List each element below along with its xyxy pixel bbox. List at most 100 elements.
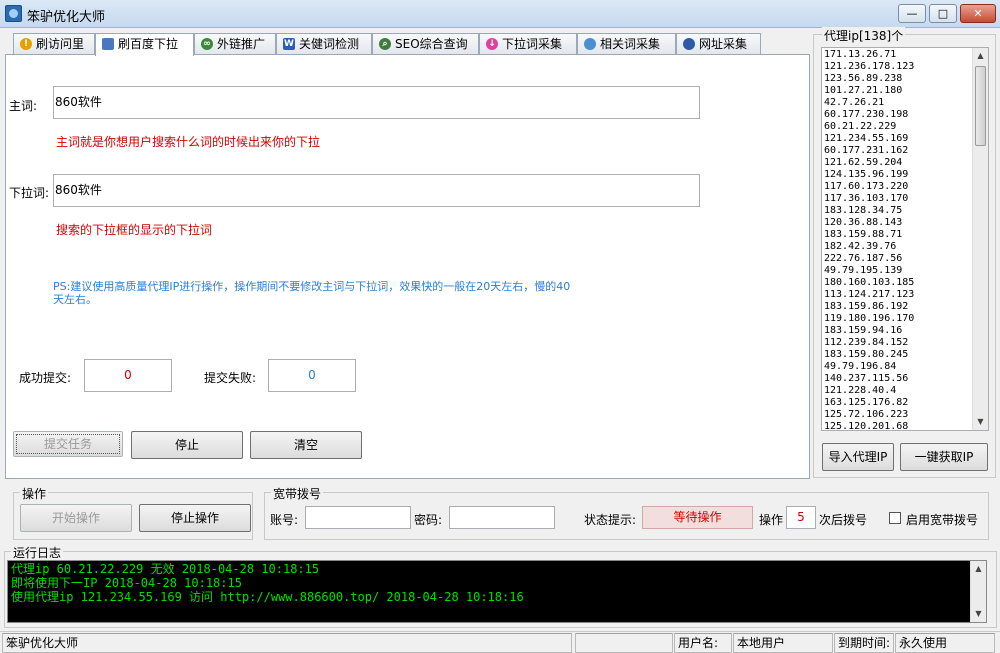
scroll-down-icon[interactable]: ▼ [973,414,988,430]
account-label: 账号: [270,513,299,527]
scroll-thumb[interactable] [975,66,986,146]
title-bar: 笨驴优化大师 — □ ✕ [0,0,1000,28]
link-icon: ∞ [201,38,213,50]
proxy-item[interactable]: 113.124.217.123 [824,289,972,301]
close-button[interactable]: ✕ [960,4,996,23]
proxy-items: 171.13.26.71 121.236.178.123 123.56.89.238… [824,49,972,430]
scroll-up-icon[interactable]: ▲ [973,48,988,64]
proxy-item[interactable]: 121.228.40.4 [824,385,972,397]
proxy-item[interactable]: 183.159.88.71 [824,229,972,241]
proxy-item[interactable]: 117.36.103.170 [824,193,972,205]
page-icon [102,38,114,50]
tab-label: 刷百度下拉 [118,37,179,51]
minimize-button[interactable]: — [898,4,926,23]
proxy-item[interactable]: 121.236.178.123 [824,61,972,73]
tab-dropdown-collect[interactable]: ↓ 下拉词采集 [479,33,577,55]
tab-url-collect[interactable]: 网址采集 [676,33,761,55]
proxy-item[interactable]: 183.159.80.245 [824,349,972,361]
proxy-item[interactable]: 119.180.196.170 [824,313,972,325]
fetch-proxy-button[interactable]: 一键获取IP [900,443,988,471]
log-line: 使用代理ip 121.234.55.169 访问 http://www.8866… [11,590,524,604]
tab-panel: 主词: 860软件 主词就是你想用户搜索什么词的时候出来你的下拉 下拉词: 86… [5,54,810,479]
proxy-item[interactable]: 140.237.115.56 [824,373,972,385]
proxy-list[interactable]: 171.13.26.71 121.236.178.123 123.56.89.238… [821,47,989,431]
dropdown-keyword-input[interactable]: 860软件 [53,174,700,207]
enable-dialup-label: 启用宽带拨号 [906,513,979,527]
operation-title: 操作 [20,485,49,502]
tab-external-links[interactable]: ∞ 外链推广 [194,33,276,55]
ps-note: PS:建议使用高质量代理IP进行操作，操作期间不要修改主词与下拉词，效果快的一般… [53,280,571,306]
magnifier-icon: ⌕ [379,38,391,50]
proxy-item[interactable]: 121.62.59.204 [824,157,972,169]
proxy-count-title: 代理ip[138]个 [822,27,906,44]
tab-related-collect[interactable]: 相关词采集 [577,33,676,55]
statusbar-user-value: 本地用户 [733,633,833,653]
proxy-item[interactable]: 125.72.106.223 [824,409,972,421]
proxy-item[interactable]: 117.60.173.220 [824,181,972,193]
stop-button[interactable]: 停止 [131,431,243,459]
tab-visits[interactable]: ! 刷访问里 [13,33,95,55]
log-lines: 代理ip 60.21.22.229 无效 2018-04-28 10:18:15… [11,562,524,604]
proxy-item[interactable]: 182.42.39.76 [824,241,972,253]
tab-label: 相关词采集 [600,37,661,51]
proxy-item[interactable]: 222.76.187.56 [824,253,972,265]
tab-keyword-check[interactable]: W 关健词检测 [276,33,372,55]
dropdown-keyword-label: 下拉词: [9,186,50,200]
proxy-item[interactable]: 171.13.26.71 [824,49,972,61]
proxy-item[interactable]: 123.56.89.238 [824,73,972,85]
account-input[interactable] [305,506,411,529]
globe-icon [584,38,596,50]
proxy-item[interactable]: 120.36.88.143 [824,217,972,229]
status-label: 状态提示: [584,513,637,527]
tab-baidu-dropdown[interactable]: 刷百度下拉 [95,33,194,56]
proxy-item[interactable]: 49.79.196.84 [824,361,972,373]
after-label: 次后拨号 [819,513,868,527]
start-operation-button[interactable]: 开始操作 [20,504,132,532]
main-keyword-input[interactable]: 860软件 [53,86,700,119]
scroll-up-icon[interactable]: ▲ [971,561,986,577]
proxy-item[interactable]: 125.120.201.68 [824,421,972,430]
proxy-item[interactable]: 183.159.94.16 [824,325,972,337]
window-title: 笨驴优化大师 [27,10,106,25]
proxy-item[interactable]: 183.159.86.192 [824,301,972,313]
proxy-item[interactable]: 121.234.55.169 [824,133,972,145]
scroll-down-icon[interactable]: ▼ [971,606,986,622]
proxy-item[interactable]: 183.128.34.75 [824,205,972,217]
status-value: 等待操作 [642,506,753,529]
statusbar-empty [575,633,673,653]
proxy-item[interactable]: 112.239.84.152 [824,337,972,349]
proxy-item[interactable]: 60.177.230.198 [824,109,972,121]
proxy-item[interactable]: 49.79.195.139 [824,265,972,277]
fail-count: 0 [268,359,356,392]
proxy-item[interactable]: 60.21.22.229 [824,121,972,133]
op-count-input[interactable]: 5 [786,506,816,529]
proxy-item[interactable]: 101.27.21.180 [824,85,972,97]
tab-seo-query[interactable]: ⌕ SEO综合查询 [372,33,479,55]
proxy-item[interactable]: 42.7.26.21 [824,97,972,109]
proxy-scrollbar[interactable]: ▲ ▼ [972,48,988,430]
tab-label: 外链推广 [217,37,266,51]
clear-button[interactable]: 清空 [250,431,362,459]
proxy-group: 代理ip[138]个 171.13.26.71 121.236.178.123 12… [813,27,996,478]
maximize-button[interactable]: □ [929,4,957,23]
app-logo-icon [5,5,22,22]
proxy-item[interactable]: 60.177.231.162 [824,145,972,157]
import-proxy-button[interactable]: 导入代理IP [822,443,894,471]
password-input[interactable] [449,506,555,529]
main-keyword-label: 主词: [9,99,38,113]
operation-group: 操作 开始操作 停止操作 [13,485,253,540]
log-scrollbar[interactable]: ▲ ▼ [970,561,986,622]
tab-label: 关健词检测 [299,37,360,51]
proxy-item[interactable]: 180.160.103.185 [824,277,972,289]
dialup-title: 宽带拨号 [271,485,324,502]
op-label: 操作 [759,513,784,527]
statusbar-user-label: 用户名: [674,633,732,653]
proxy-item[interactable]: 163.125.176.82 [824,397,972,409]
dialup-group: 宽带拨号 账号: 密码: 状态提示: 等待操作 操作 5 次后拨号 启用宽带拨号 [264,485,989,540]
log-console[interactable]: 代理ip 60.21.22.229 无效 2018-04-28 10:18:15… [7,560,987,623]
word-icon: W [283,38,295,50]
stop-operation-button[interactable]: 停止操作 [139,504,251,532]
submit-task-button[interactable]: 提交任务 [13,431,123,457]
proxy-item[interactable]: 124.135.96.199 [824,169,972,181]
enable-dialup-checkbox[interactable] [889,512,901,524]
